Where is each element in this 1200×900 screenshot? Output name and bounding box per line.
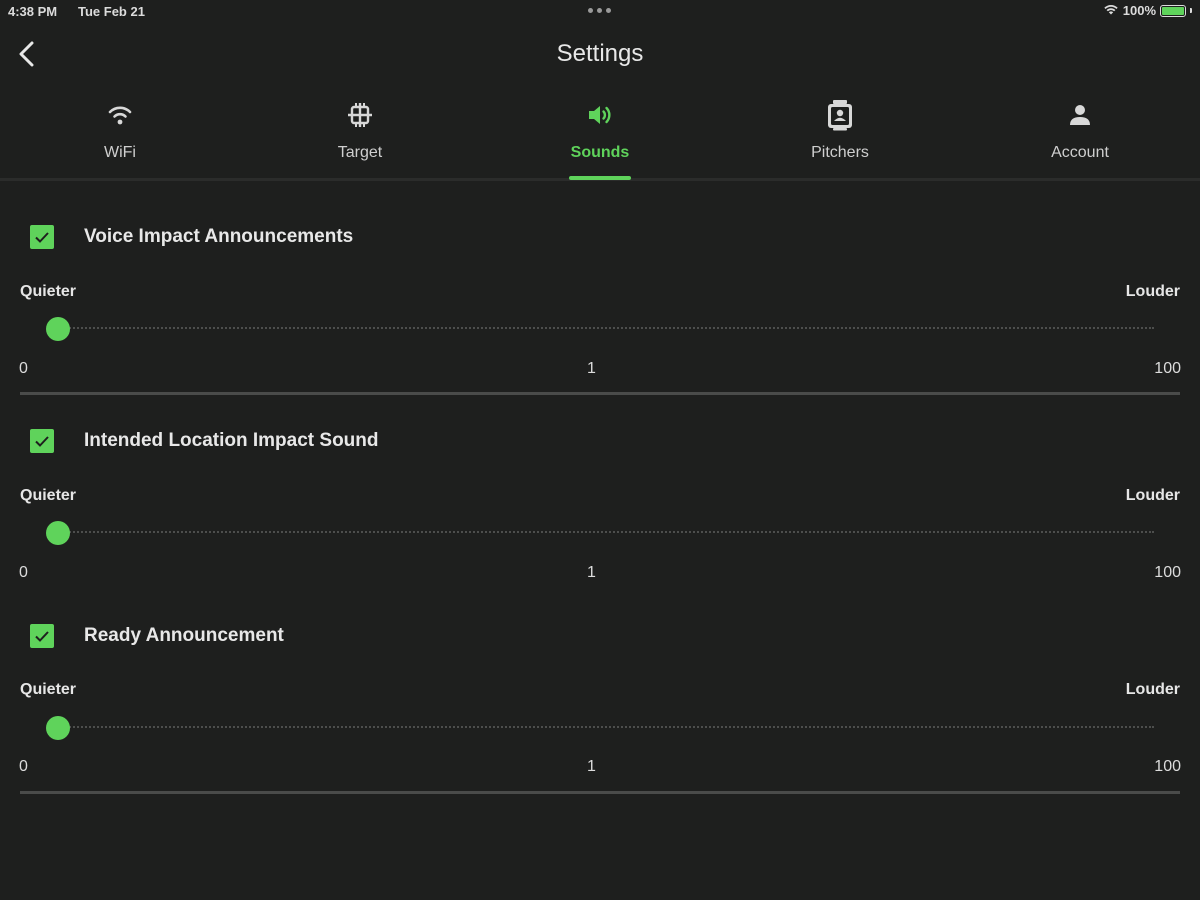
- slider-min-tick: 0: [19, 758, 28, 775]
- quieter-label: Quieter: [20, 283, 77, 300]
- slider-value-tick: 1: [587, 758, 596, 775]
- battery-percent: 100%: [1122, 3, 1156, 18]
- voice-impact-label: Voice Impact Announcements: [84, 226, 354, 247]
- person-icon: [1065, 100, 1095, 130]
- ready-announcement-checkbox[interactable]: [30, 624, 54, 648]
- ready-announcement-slider-track[interactable]: [58, 726, 1154, 728]
- tab-account-label: Account: [1051, 144, 1109, 161]
- wifi-status-icon: [1103, 3, 1119, 18]
- checkmark-icon: [35, 631, 49, 642]
- pitcher-icon: [825, 100, 855, 131]
- checkbox-row: Intended Location Impact Sound: [30, 429, 379, 453]
- quieter-label: Quieter: [20, 681, 77, 698]
- checkbox-row: Ready Announcement: [30, 624, 284, 648]
- tab-bar: WiFi Target Sounds Pitchers Account: [0, 92, 1200, 181]
- slider-max-tick: 100: [1154, 564, 1181, 581]
- multitasking-dots-icon[interactable]: [588, 2, 611, 13]
- tab-wifi[interactable]: WiFi: [0, 92, 240, 178]
- speaker-icon: [585, 100, 615, 130]
- intended-location-label: Intended Location Impact Sound: [84, 430, 379, 451]
- header: Settings: [0, 30, 1200, 85]
- status-time: 4:38 PM: [8, 4, 58, 19]
- slider-max-tick: 100: [1154, 758, 1181, 775]
- status-right: 100%: [1103, 3, 1192, 18]
- intended-location-slider-thumb[interactable]: [46, 521, 70, 545]
- slider-value-tick: 1: [587, 564, 596, 581]
- tab-wifi-label: WiFi: [104, 144, 136, 161]
- tab-sounds-label: Sounds: [570, 144, 630, 161]
- ready-announcement-slider-thumb[interactable]: [46, 716, 70, 740]
- wifi-icon: [105, 100, 135, 130]
- quieter-label: Quieter: [20, 487, 77, 504]
- tab-target[interactable]: Target: [240, 92, 480, 178]
- louder-label: Louder: [1125, 487, 1180, 504]
- louder-label: Louder: [1125, 681, 1180, 698]
- status-date: Tue Feb 21: [78, 4, 145, 19]
- tab-account[interactable]: Account: [960, 92, 1200, 178]
- battery-icon: [1160, 4, 1186, 17]
- intended-location-slider-track[interactable]: [58, 531, 1154, 533]
- section-divider: [20, 791, 1180, 794]
- tab-target-label: Target: [337, 144, 383, 161]
- tab-pitchers-label: Pitchers: [811, 144, 869, 161]
- intended-location-checkbox[interactable]: [30, 429, 54, 453]
- target-icon: [345, 100, 375, 130]
- voice-impact-slider-track[interactable]: [58, 327, 1154, 329]
- tab-pitchers[interactable]: Pitchers: [720, 92, 960, 178]
- slider-min-tick: 0: [19, 564, 28, 581]
- tab-sounds[interactable]: Sounds: [480, 92, 720, 180]
- voice-impact-slider-thumb[interactable]: [46, 317, 70, 341]
- slider-min-tick: 0: [19, 360, 28, 377]
- slider-value-tick: 1: [587, 360, 596, 377]
- ready-announcement-label: Ready Announcement: [84, 625, 284, 646]
- page-title: Settings: [556, 40, 644, 67]
- voice-impact-checkbox[interactable]: [30, 225, 54, 249]
- checkbox-row: Voice Impact Announcements: [30, 225, 353, 249]
- status-bar: 4:38 PM Tue Feb 21 100%: [0, 0, 1200, 24]
- slider-max-tick: 100: [1154, 360, 1181, 377]
- louder-label: Louder: [1125, 283, 1180, 300]
- checkmark-icon: [35, 436, 49, 447]
- section-divider: [20, 392, 1180, 395]
- checkmark-icon: [35, 232, 49, 243]
- active-tab-indicator: [569, 176, 631, 180]
- settings-screen: 4:38 PM Tue Feb 21 100% Settings WiFi Ta…: [0, 0, 1200, 900]
